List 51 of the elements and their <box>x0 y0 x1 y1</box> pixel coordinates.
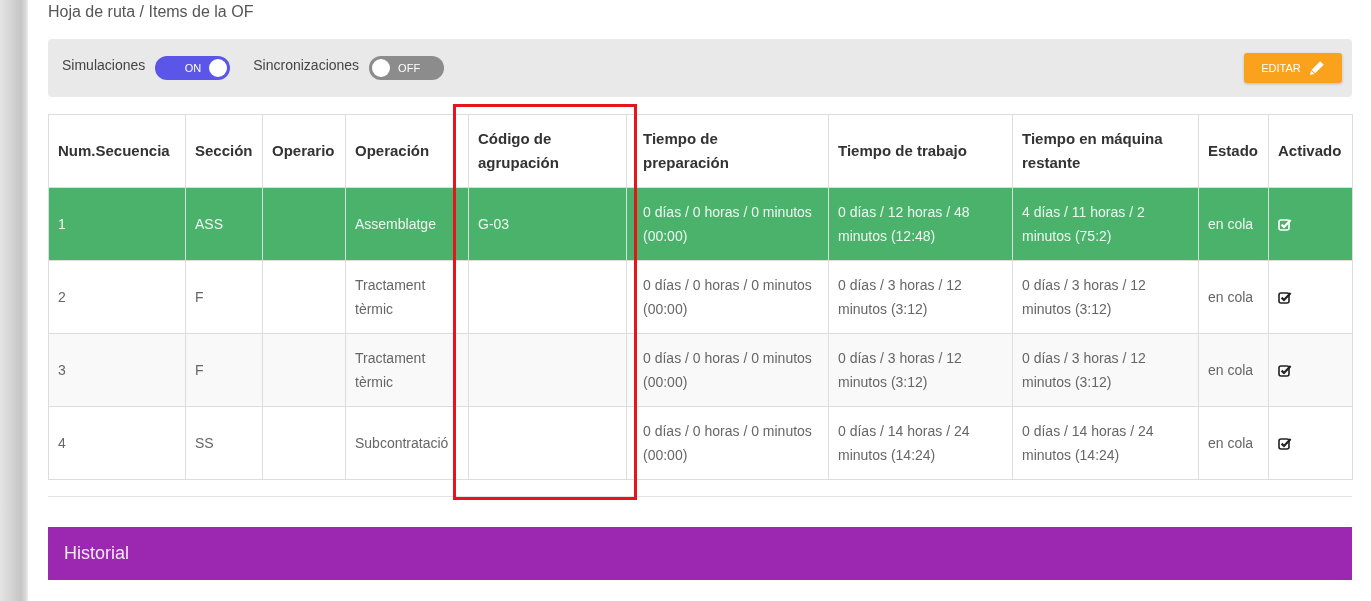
table-cell: 3 <box>48 333 186 407</box>
table-cell: 0 días / 0 horas / 0 minutos (00:00) <box>626 260 829 334</box>
pencil-icon <box>1308 60 1325 76</box>
column-header: Sección <box>185 114 263 188</box>
table-cell: 0 días / 3 horas / 12 minutos (3:12) <box>1012 260 1199 334</box>
table-cell: 4 <box>48 406 186 480</box>
table-cell: F <box>185 260 263 334</box>
table-cell: en cola <box>1198 406 1269 480</box>
table-cell: 0 días / 0 horas / 0 minutos (00:00) <box>626 406 829 480</box>
knob-icon <box>209 59 228 77</box>
table-cell: 0 días / 3 horas / 12 minutos (3:12) <box>828 260 1013 334</box>
table-cell: F <box>185 333 263 407</box>
table-cell: Subcontratació <box>345 406 469 480</box>
table-cell: SS <box>185 406 263 480</box>
table-row[interactable]: 3 F Tractament tèrmic 0 días / 0 horas / 0 minutos (00:00) 0 días / 3 horas / 12 minutos (3:12) 0 días / 3 horas / 12 minutos (3:12) en cola <box>48 333 1353 407</box>
table-cell: 2 <box>48 260 186 334</box>
table-row[interactable]: 2 F Tractament tèrmic 0 días / 0 horas / 0 minutos (00:00) 0 días / 3 horas / 12 minutos (3:12) 0 días / 3 horas / 12 minutos (3:12) en cola <box>48 260 1353 334</box>
toggle-label: Simulaciones <box>62 57 146 73</box>
table-cell: en cola <box>1198 333 1269 407</box>
table-cell: Tractament tèrmic <box>345 333 469 407</box>
table-cell: ASS <box>185 187 263 261</box>
toggle-switch[interactable]: OFF <box>369 56 445 80</box>
table-cell: 0 días / 0 horas / 0 minutos (00:00) <box>626 333 829 407</box>
table-cell: 4 días / 11 horas / 2 minutos (75:2) <box>1012 187 1199 261</box>
table-cell: 1 <box>48 187 186 261</box>
breadcrumb: Hoja de ruta / Items de la OF <box>48 2 255 22</box>
table-cell: Tractament tèrmic <box>345 260 469 334</box>
table-cell: 0 días / 12 horas / 48 minutos (12:48) <box>828 187 1013 261</box>
table-cell: Assemblatge <box>345 187 469 261</box>
column-header: Operación <box>345 114 469 188</box>
column-header: Tiempo en máquina restante <box>1012 114 1199 188</box>
table-row[interactable]: 4 SS Subcontratació 0 días / 0 horas / 0 minutos (00:00) 0 días / 14 horas / 24 minutos (14:24) 0 días / 14 horas / 24 minutos (14:24) en cola <box>48 406 1353 480</box>
column-header: Operario <box>262 114 346 188</box>
table-cell: 0 días / 14 horas / 24 minutos (14:24) <box>828 406 1013 480</box>
column-header: Num.Secuencia <box>48 114 186 188</box>
table-cell: 0 días / 14 horas / 24 minutos (14:24) <box>1012 406 1199 480</box>
table-cell: 0 días / 3 horas / 12 minutos (3:12) <box>1012 333 1199 407</box>
knob-icon <box>372 59 391 77</box>
toggle-switch[interactable]: ON <box>155 56 231 80</box>
history-header: Historial <box>48 527 1352 580</box>
column-header: Tiempo de preparación <box>626 114 829 188</box>
table-cell: en cola <box>1198 187 1269 261</box>
column-header: Tiempo de trabajo <box>828 114 1013 188</box>
table-cell: G-03 <box>468 187 627 261</box>
column-header: Estado <box>1198 114 1269 188</box>
column-header: Código de agrupación <box>468 114 627 188</box>
column-header: Activado <box>1268 114 1353 188</box>
table-cell: 0 días / 0 horas / 0 minutos (00:00) <box>626 187 829 261</box>
table-cell: en cola <box>1198 260 1269 334</box>
toggle-label: Sincronizaciones <box>253 57 360 73</box>
table-cell: 0 días / 3 horas / 12 minutos (3:12) <box>828 333 1013 407</box>
